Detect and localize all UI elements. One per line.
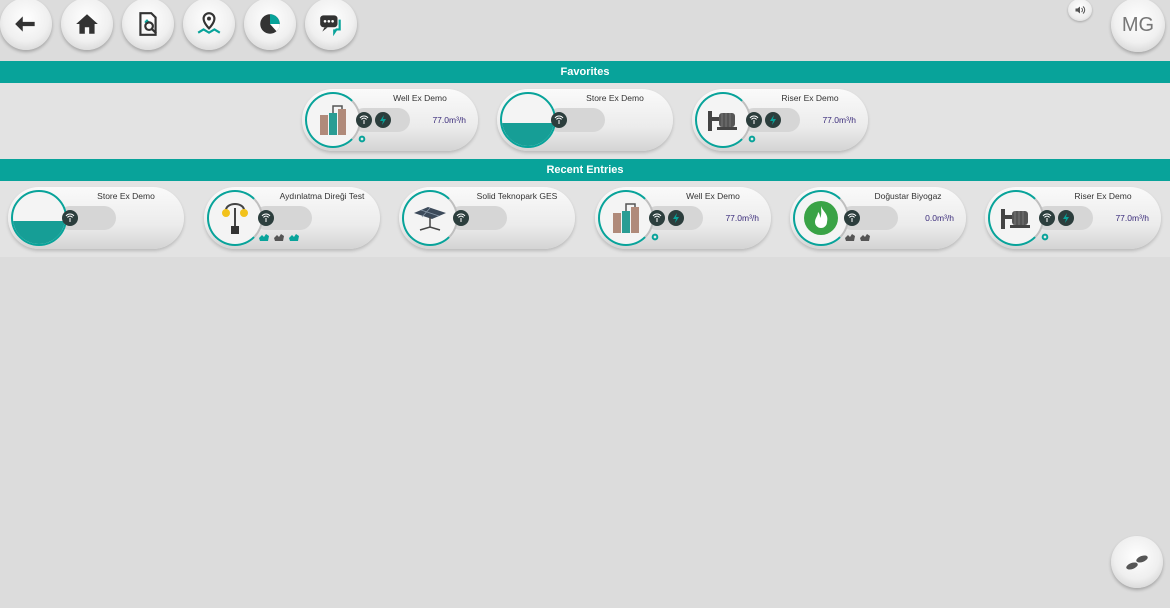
bird-icon	[860, 234, 870, 241]
bird-icon	[845, 234, 855, 241]
chat-icon	[320, 15, 341, 37]
card-title: Store Ex Demo	[97, 191, 155, 201]
favorites-header: Favorites	[0, 61, 1170, 83]
power-bolt-icon	[375, 112, 391, 128]
back-arrow-icon	[15, 16, 35, 32]
signal-icon	[62, 210, 78, 226]
map-button[interactable]	[183, 0, 235, 50]
flow-value: 77.0m³/h	[432, 115, 466, 125]
tour-button[interactable]	[1111, 536, 1163, 588]
settings-gear-icon	[358, 135, 366, 143]
well-tank-icon	[305, 92, 361, 148]
well-tank-icon	[598, 190, 654, 246]
signal-icon	[1039, 210, 1055, 226]
favorite-card-store-ex-demo[interactable]: Store Ex Demo	[497, 89, 673, 151]
power-bolt-icon	[765, 112, 781, 128]
recent-card-aydinlatma-diregi-test[interactable]: Aydınlatma Direği Test	[204, 187, 380, 249]
card-title: Riser Ex Demo	[1074, 191, 1132, 201]
flame-icon	[793, 190, 849, 246]
footprints-icon	[1126, 555, 1148, 570]
riser-pump-icon	[695, 92, 751, 148]
avatar-initials: MG	[1121, 13, 1155, 36]
recent-card-well-ex-demo[interactable]: Well Ex Demo 77.0m³/h	[595, 187, 771, 249]
storage-tank-icon	[500, 92, 556, 148]
card-title: Doğustar Biyogaz	[874, 191, 942, 201]
card-title: Riser Ex Demo	[781, 93, 839, 103]
street-lamp-icon	[207, 190, 263, 246]
signal-icon	[844, 210, 860, 226]
document-search-icon	[139, 12, 157, 36]
settings-gear-icon	[651, 233, 659, 241]
bird-icon	[274, 234, 284, 241]
recent-card-store-ex-demo[interactable]: Store Ex Demo	[8, 187, 184, 249]
flow-value: 77.0m³/h	[822, 115, 856, 125]
user-avatar[interactable]: MG	[1111, 0, 1165, 52]
analytics-button[interactable]	[244, 0, 296, 50]
signal-icon	[649, 210, 665, 226]
card-title: Store Ex Demo	[586, 93, 644, 103]
signal-icon	[551, 112, 567, 128]
signal-icon	[258, 210, 274, 226]
flow-value: 0.0m³/h	[925, 213, 954, 223]
speaker-icon	[1075, 6, 1086, 14]
back-button[interactable]	[0, 0, 52, 50]
home-button[interactable]	[61, 0, 113, 50]
map-pin-icon	[197, 12, 221, 34]
top-toolbar: MG	[0, 0, 1170, 52]
favorite-card-well-ex-demo[interactable]: Well Ex Demo 77.0m³/h	[302, 89, 478, 151]
pie-chart-icon	[260, 14, 280, 34]
solar-panel-icon	[402, 190, 458, 246]
messages-button[interactable]	[305, 0, 357, 50]
riser-pump-icon	[988, 190, 1044, 246]
card-title: Solid Teknopark GES	[476, 191, 558, 201]
recent-card-solid-teknopark-ges[interactable]: Solid Teknopark GES	[399, 187, 575, 249]
signal-icon	[356, 112, 372, 128]
flow-value: 77.0m³/h	[725, 213, 759, 223]
recent-card-riser-ex-demo[interactable]: Riser Ex Demo 77.0m³/h	[985, 187, 1161, 249]
storage-tank-icon	[11, 190, 67, 246]
recent-entries-header: Recent Entries	[0, 159, 1170, 181]
card-title: Well Ex Demo	[393, 93, 447, 103]
flow-value: 77.0m³/h	[1115, 213, 1149, 223]
power-bolt-icon	[1058, 210, 1074, 226]
power-bolt-icon	[668, 210, 684, 226]
bird-icon	[259, 234, 269, 241]
signal-icon	[453, 210, 469, 226]
recent-card-dogustar-biyogaz[interactable]: Doğustar Biyogaz 0.0m³/h	[790, 187, 966, 249]
settings-gear-icon	[748, 135, 756, 143]
favorite-card-riser-ex-demo[interactable]: Riser Ex Demo 77.0m³/h	[692, 89, 868, 151]
home-icon	[76, 14, 98, 34]
card-title: Aydınlatma Direği Test	[279, 191, 365, 201]
signal-icon	[746, 112, 762, 128]
reports-button[interactable]	[122, 0, 174, 50]
bird-icon	[289, 234, 299, 241]
sound-toggle-button[interactable]	[1068, 0, 1092, 21]
card-title: Well Ex Demo	[686, 191, 740, 201]
settings-gear-icon	[1041, 233, 1049, 241]
